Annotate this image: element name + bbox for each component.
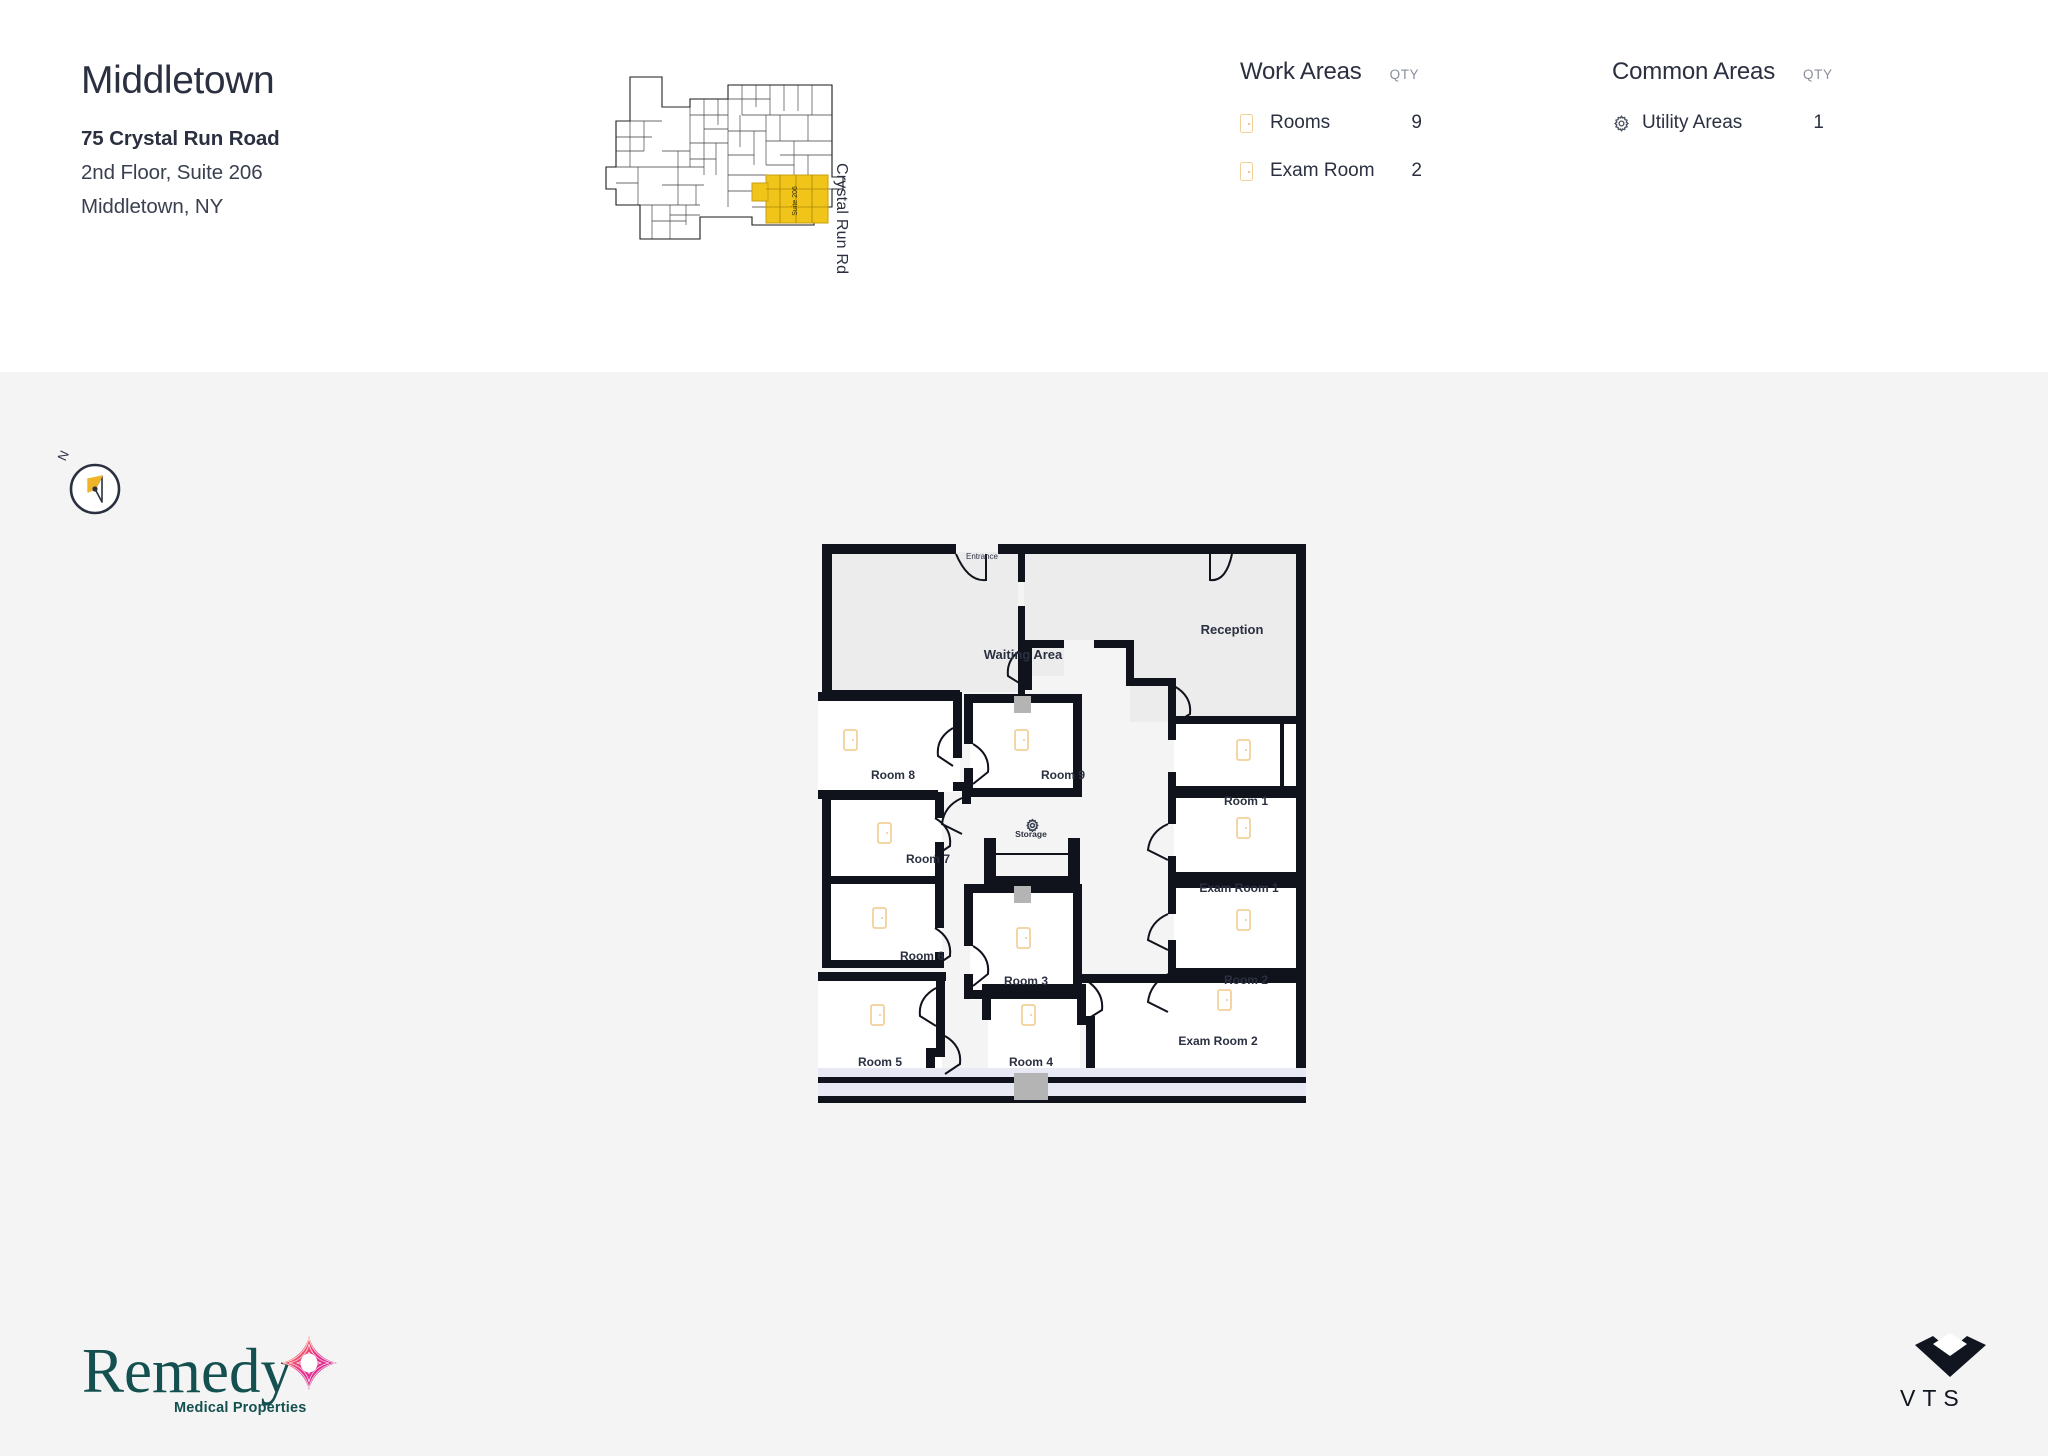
legend-row-exam-room-qty: 2 — [1411, 160, 1422, 181]
key-plan-thumbnail: Suite 206 Crystal Run Rd — [600, 55, 870, 274]
page-title: Middletown — [81, 59, 275, 102]
key-plan-street-label: Crystal Run Rd — [833, 163, 850, 275]
label-room-4: Room 4 — [1009, 1055, 1053, 1069]
legend-row-utility-areas-qty: 1 — [1813, 112, 1824, 133]
label-reception: Reception — [1201, 622, 1264, 637]
key-plan-suite-label: Suite 206 — [792, 186, 799, 216]
legend-work-areas: Work Areas QTY Rooms 9 Exam Room 2 — [1240, 58, 1422, 182]
label-storage: Storage — [1015, 829, 1047, 839]
column-room9 — [1014, 696, 1031, 713]
label-room-2: Room 2 — [1224, 973, 1268, 987]
legend-row-rooms-label: Rooms — [1270, 112, 1331, 133]
label-room-1: Room 1 — [1224, 794, 1268, 808]
address-line-3: Middletown, NY — [81, 194, 224, 218]
label-room-8: Room 8 — [871, 768, 915, 782]
door-icon — [1240, 113, 1270, 133]
floorplan: Entrance Waiting Area Reception Room 8 R… — [818, 540, 1318, 1125]
label-entrance: Entrance — [966, 552, 999, 561]
page-header: Middletown 75 Crystal Run Road 2nd Floor… — [0, 0, 2048, 372]
key-plan-svg: Suite 206 — [605, 76, 844, 240]
label-room-9: Room 9 — [1041, 768, 1085, 782]
legend-common-qty-header: QTY — [1803, 67, 1833, 82]
address-line-2: 2nd Floor, Suite 206 — [81, 160, 263, 184]
floorplan-page: Middletown 75 Crystal Run Road 2nd Floor… — [0, 0, 2048, 1456]
title-block: Middletown 75 Crystal Run Road 2nd Floor… — [81, 58, 280, 219]
legend-row-rooms: Rooms 9 — [1240, 112, 1422, 134]
gear-icon — [1612, 114, 1642, 133]
legend-common-title: Common Areas — [1612, 58, 1775, 85]
door-icon — [1240, 161, 1270, 181]
remedy-tagline: Medical Properties — [174, 1400, 307, 1416]
label-room-5: Room 5 — [858, 1055, 902, 1069]
label-room-6: Room 6 — [900, 949, 944, 963]
legend-work-title: Work Areas — [1240, 58, 1362, 85]
compass-rose — [68, 462, 122, 516]
floorplan-svg: Entrance Waiting Area Reception Room 8 R… — [818, 544, 1306, 1103]
legend-row-utility-areas: Utility Areas 1 — [1612, 112, 1833, 134]
column-room3 — [1014, 886, 1031, 903]
label-exam-room-1: Exam Room 1 — [1199, 881, 1279, 895]
legend-row-exam-room: Exam Room 2 — [1240, 160, 1422, 182]
waiting-area-fill — [830, 552, 1018, 692]
vts-logo — [1903, 1333, 1998, 1428]
remedy-logo: Remedy Medical Properties — [82, 1330, 352, 1425]
storage-unit — [984, 838, 1080, 886]
label-exam-room-2: Exam Room 2 — [1178, 1034, 1258, 1048]
legend-work-qty-header: QTY — [1389, 67, 1420, 82]
label-room-3: Room 3 — [1004, 974, 1048, 988]
vts-wordmark: VTS — [1900, 1385, 1966, 1411]
label-room-7: Room 7 — [906, 852, 950, 866]
legend-common-header: Common Areas QTY — [1612, 58, 1833, 86]
address-line-1: 75 Crystal Run Road — [81, 126, 280, 150]
legend-row-utility-areas-label: Utility Areas — [1642, 112, 1743, 133]
legend-row-exam-room-label: Exam Room — [1270, 160, 1375, 181]
legend-work-header: Work Areas QTY — [1240, 58, 1419, 86]
column-south — [1014, 1073, 1048, 1100]
vts-chevron-icon — [1915, 1333, 1986, 1377]
legend-common-areas: Common Areas QTY Utility Areas 1 — [1612, 58, 1833, 134]
wall-room8-north — [818, 692, 962, 701]
legend-row-rooms-qty: 9 — [1411, 112, 1422, 133]
remedy-wordmark: Remedy — [82, 1336, 292, 1406]
label-waiting-area: Waiting Area — [984, 647, 1063, 662]
